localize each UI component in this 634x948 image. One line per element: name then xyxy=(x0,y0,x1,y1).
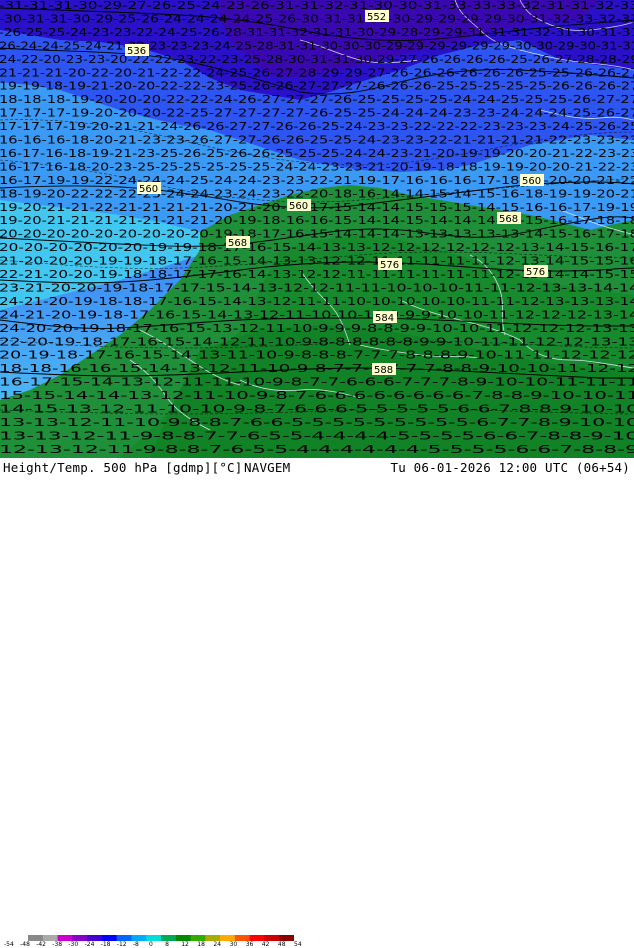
colorbar-label: -42 xyxy=(36,941,46,948)
temp-row: 15-15-14-14-13-12-11-10-9-8-7-6-6-6-6-6-… xyxy=(0,390,634,402)
svg-text:576: 576 xyxy=(380,260,399,271)
svg-text:584: 584 xyxy=(375,313,394,324)
colorbar-label: 42 xyxy=(261,941,270,948)
temp-row: 26-24-24-25-24-21-22-23-23-23-24-25-28-3… xyxy=(0,40,634,52)
temp-row: 23-21-20-20-19-18-17-17-15-14-13-12-12-1… xyxy=(0,282,634,294)
height-label-588: 588 xyxy=(372,363,396,376)
temp-row: 24-21-20-19-18-17-16-15-14-13-12-11-10-1… xyxy=(0,309,634,321)
colorbar-label: 48 xyxy=(277,941,286,948)
temp-row: 14-15-13-12-11-10-10-9-8-7-6-6-6-5-5-5-5… xyxy=(0,404,634,416)
height-label-568-a: 568 xyxy=(226,236,250,249)
temp-row: 20-20-20-20-20-20-19-19-18-17-16-15-14-1… xyxy=(0,242,634,254)
svg-text:552: 552 xyxy=(367,12,386,23)
svg-text:560: 560 xyxy=(522,176,541,187)
height-label-560-c: 560 xyxy=(520,174,544,187)
svg-text:568: 568 xyxy=(499,214,518,225)
height-label-576-b: 576 xyxy=(524,265,548,278)
model-name: NAVGEM xyxy=(244,460,291,475)
temperature-values: -31-31-31-30-29-27-26-25-24-23-26-31-31-… xyxy=(0,0,634,456)
height-label-584: 584 xyxy=(373,311,397,324)
colorbar-label: 24 xyxy=(213,941,222,948)
colorbar-label: 0 xyxy=(149,941,153,948)
svg-text:560: 560 xyxy=(139,184,158,195)
temp-row: 13-13-12-11-10-9-8-8-7-6-6-5-5-5-5-5-5-5… xyxy=(0,417,634,429)
temp-row: 24-20-20-19-18-17-16-15-13-12-11-10-9-9-… xyxy=(0,323,634,335)
temp-row: 16-17-15-14-13-12-11-11-10-9-8-7-7-6-6-6… xyxy=(0,377,634,389)
temp-row: 19-19-18-19-21-20-20-22-22-23-25-26-26-2… xyxy=(0,81,634,93)
colorbar-label: 30 xyxy=(229,941,238,948)
colorbar-label: -18 xyxy=(100,941,111,948)
temp-row: 24-22-20-23-23-20-22-22-23-22-23-25-28-3… xyxy=(0,54,634,66)
colorbar-label: -24 xyxy=(84,941,95,948)
temp-row: 21-21-21-20-22-20-21-22-22-24-25-26-27-2… xyxy=(0,67,634,79)
temp-row: 13-13-12-11-9-8-8-7-7-6-5-5-4-4-4-4-5-5-… xyxy=(0,430,634,442)
colorbar-label: 18 xyxy=(197,941,205,948)
temp-row: 16-17-16-18-19-21-23-25-26-25-26-26-25-2… xyxy=(0,148,634,160)
colorbar-label: 54 xyxy=(294,941,302,948)
svg-text:536: 536 xyxy=(127,46,146,57)
svg-text:568: 568 xyxy=(228,238,247,249)
svg-text:576: 576 xyxy=(526,267,545,278)
colorbar-label: -38 xyxy=(52,941,63,948)
temp-row: 19-20-21-21-21-21-21-21-21-20-19-18-16-1… xyxy=(0,215,634,227)
temp-row: 20-20-20-20-20-20-20-20-20-19-18-17-16-1… xyxy=(0,229,634,241)
temp-row: 24-21-20-19-18-18-17-16-15-14-13-12-11-1… xyxy=(0,296,634,308)
temp-row: -26-25-25-24-23-23-22-24-25-26-28-31-31-… xyxy=(0,27,634,39)
colorbar-label: -30 xyxy=(68,941,79,948)
map-panel: -31-31-31-30-29-27-26-25-24-23-26-31-31-… xyxy=(0,0,634,458)
temp-row: 20-19-18-17-16-15-14-13-11-10-9-8-8-8-7-… xyxy=(0,350,634,362)
colorbar-label: 36 xyxy=(245,941,254,948)
map-canvas: -31-31-31-30-29-27-26-25-24-23-26-31-31-… xyxy=(0,0,634,458)
height-label-552: 552 xyxy=(365,10,389,23)
colorbar-label: -48 xyxy=(20,941,30,948)
temp-row: -30-31-31-30-29-25-26-24-24-24-24-25-26-… xyxy=(0,13,634,25)
colorbar-label: 8 xyxy=(165,941,169,948)
temp-row: 16-16-16-18-20-21-23-23-26-27-27-26-26-2… xyxy=(0,135,634,147)
temp-row: 19-20-21-21-22-21-21-21-21-20-21-20-18-1… xyxy=(0,202,634,214)
colorbar-label: -12 xyxy=(116,941,127,948)
temp-row: -31-31-31-30-29-27-26-25-24-23-26-31-31-… xyxy=(0,0,634,12)
height-label-576-a: 576 xyxy=(378,258,402,271)
valid-time: Tu 06-01-2026 12:00 UTC (06+54) xyxy=(390,460,630,475)
colorbar-label: 12 xyxy=(181,941,189,948)
colorbar-label: -54 xyxy=(4,941,14,948)
svg-text:588: 588 xyxy=(374,365,393,376)
footer-bar: Height/Temp. 500 hPa [gdmp][°C] NAVGEM T… xyxy=(0,458,634,948)
height-label-568-b: 568 xyxy=(497,212,521,225)
height-label-560-a: 560 xyxy=(137,182,161,195)
colorbar-label: -8 xyxy=(132,941,139,948)
height-label-536: 536 xyxy=(125,44,149,57)
temp-row: 18-18-16-16-15-14-13-12-11-10-9-8-7-7-7-… xyxy=(0,363,634,375)
temp-row: 18-18-18-19-20-20-20-22-22-24-26-27-27-2… xyxy=(0,94,634,106)
chart-title: Height/Temp. 500 hPa [gdmp][°C] xyxy=(3,460,243,475)
svg-text:560: 560 xyxy=(289,201,308,212)
temp-row: 17-17-17-19-20-21-21-24-26-26-27-27-26-2… xyxy=(0,121,634,133)
height-label-560-b: 560 xyxy=(287,199,311,212)
temp-row: 22-20-19-18-17-16-15-14-12-11-10-9-8-8-8… xyxy=(0,336,634,348)
temp-row: 18-19-20-22-22-22-23-24-24-23-24-23-22-2… xyxy=(0,188,634,200)
temp-row: 16-17-16-18-20-23-25-25-25-25-25-25-24-2… xyxy=(0,161,634,173)
temp-row: 12-13-12-11-9-8-8-7-6-5-5-4-4-4-4-4-4-5-… xyxy=(0,444,634,456)
temp-row: 17-17-17-19-20-20-20-22-25-27-27-27-27-2… xyxy=(0,108,634,120)
